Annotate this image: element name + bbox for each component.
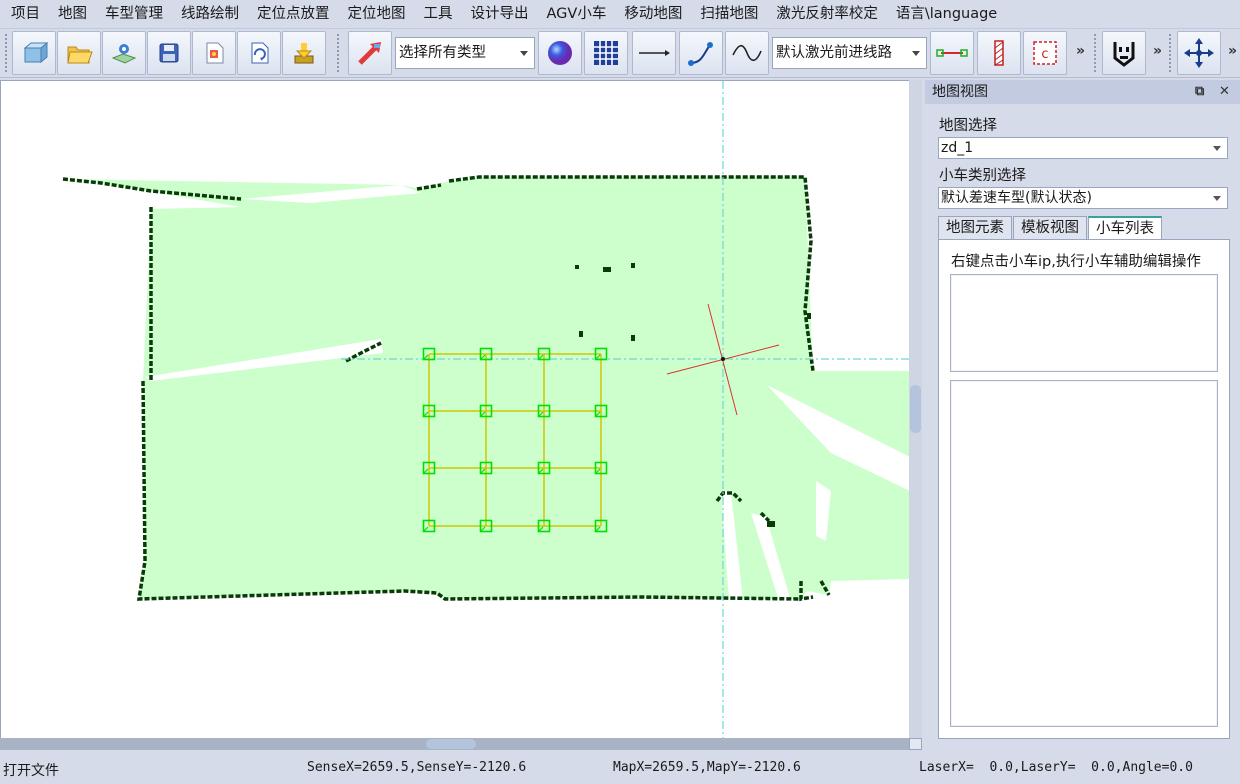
bezier-curve-icon [688, 42, 713, 66]
menu-laser-calibration[interactable]: 激光反射率校定 [767, 0, 887, 28]
vehicle-list-tab-body: 右键点击小车ip,执行小车辅助编辑操作 [938, 239, 1230, 739]
chevron-down-icon [1213, 196, 1221, 201]
robot-face-icon [1113, 42, 1135, 67]
vertical-scroll-thumb[interactable] [910, 385, 921, 433]
grid-icon [594, 41, 618, 65]
document-button[interactable] [192, 31, 236, 75]
map-coordinates: MapX=2659.5,MapY=-2120.6 [613, 760, 801, 775]
vehicle-ip-list[interactable] [950, 274, 1218, 372]
line-type-select[interactable]: 默认激光前进线路 [772, 37, 927, 69]
sense-coordinates: SenseX=2659.5,SenseY=-2120.6 [307, 760, 527, 775]
horizontal-scroll-thumb[interactable] [426, 739, 476, 749]
menu-move-map[interactable]: 移动地图 [615, 0, 691, 28]
vertical-scrollbar[interactable] [909, 80, 922, 738]
map-canvas[interactable] [0, 80, 922, 750]
laser-coordinates: LaserX= 0.0,LaserY= 0.0,Angle=0.0 [919, 760, 1193, 775]
status-message: 打开文件 [3, 763, 59, 779]
wall-button[interactable] [977, 31, 1021, 75]
status-bar: 打开文件 SenseX=2659.5,SenseY=-2120.6 MapX=2… [0, 752, 1240, 784]
line-type-value: 默认激光前进线路 [776, 45, 892, 61]
horizontal-scrollbar[interactable] [0, 738, 909, 750]
toolbar-grip[interactable] [4, 33, 8, 73]
menu-tools[interactable]: 工具 [415, 0, 462, 28]
menu-vehicle-model[interactable]: 车型管理 [96, 0, 172, 28]
sphere-button[interactable] [538, 31, 582, 75]
vehicle-type-label: 小车类别选择 [939, 168, 1026, 184]
select-pointer-button[interactable] [348, 31, 392, 75]
select-arrow-icon [358, 42, 381, 65]
wave-icon [732, 44, 762, 62]
map-view-panel: 地图视图 ⧉ ✕ 地图选择 zd_1 小车类别选择 默认差速车型(默认状态) 地… [925, 80, 1240, 750]
export-doc-icon [251, 42, 269, 64]
panel-tabs: 地图元素 模板视图 小车列表 [938, 216, 1163, 240]
curve-line-button[interactable] [679, 31, 723, 75]
panel-title-bar: 地图视图 ⧉ ✕ [925, 80, 1240, 104]
type-filter-select[interactable]: 选择所有类型 [395, 37, 535, 69]
panel-title: 地图视图 [932, 84, 988, 100]
region-c-icon: c [1033, 41, 1057, 65]
save-button[interactable] [147, 31, 191, 75]
close-icon[interactable]: ✕ [1219, 80, 1230, 104]
type-filter-value: 选择所有类型 [399, 45, 486, 61]
toolbar-grip[interactable] [1093, 33, 1097, 73]
download-button[interactable] [282, 31, 326, 75]
map-select[interactable]: zd_1 [938, 137, 1228, 159]
scroll-corner [909, 738, 922, 750]
straight-arrow-icon [639, 50, 670, 56]
toolbar-grip[interactable] [1168, 33, 1172, 73]
toolbar: 选择所有类型 默认激光前进线路 c » » » [0, 28, 1240, 78]
chevron-down-icon [520, 51, 528, 56]
export-document-button[interactable] [237, 31, 281, 75]
map-select-value: zd_1 [941, 140, 974, 156]
vehicle-detail-list[interactable] [950, 380, 1218, 727]
chevron-down-icon [912, 51, 920, 56]
tab-template-view[interactable]: 模板视图 [1013, 216, 1087, 240]
open-folder-button[interactable] [57, 31, 101, 75]
menu-design-export[interactable]: 设计导出 [462, 0, 538, 28]
restore-window-icon[interactable]: ⧉ [1195, 80, 1204, 104]
grid-button[interactable] [584, 31, 628, 75]
menu-locator-place[interactable]: 定位点放置 [248, 0, 339, 28]
menu-language[interactable]: 语言\language [887, 0, 1006, 28]
new-project-icon [23, 41, 49, 64]
menu-bar: 项目 地图 车型管理 线路绘制 定位点放置 定位地图 工具 设计导出 AGV小车… [0, 0, 1240, 28]
region-c-button[interactable]: c [1023, 31, 1067, 75]
move-arrows-icon [1184, 38, 1214, 68]
menu-project[interactable]: 项目 [2, 0, 49, 28]
connect-points-button[interactable] [930, 31, 974, 75]
segment-icon [936, 49, 968, 57]
pan-move-button[interactable] [1177, 31, 1221, 75]
svg-text:c: c [1041, 47, 1048, 62]
straight-line-button[interactable] [632, 31, 676, 75]
chevron-down-icon [1213, 146, 1221, 151]
tab-map-elements[interactable]: 地图元素 [938, 216, 1012, 240]
map-select-label: 地图选择 [939, 118, 997, 134]
tab-vehicle-list[interactable]: 小车列表 [1088, 216, 1162, 240]
document-icon [206, 42, 224, 64]
folder-open-icon [67, 46, 93, 64]
toolbar-overflow-chevron[interactable]: » [1153, 43, 1162, 59]
toolbar-overflow-chevron[interactable]: » [1076, 43, 1085, 59]
hatched-wall-icon [994, 40, 1004, 66]
toolbar-grip[interactable] [336, 33, 340, 73]
menu-agv[interactable]: AGV小车 [538, 0, 616, 28]
map-drawing[interactable] [1, 81, 910, 739]
menu-locate-map[interactable]: 定位地图 [339, 0, 415, 28]
vehicle-type-value: 默认差速车型(默认状态) [941, 190, 1092, 206]
sphere-icon [548, 41, 572, 65]
vehicle-list-hint: 右键点击小车ip,执行小车辅助编辑操作 [951, 254, 1201, 270]
map-pin-icon [111, 44, 137, 64]
vehicle-type-select[interactable]: 默认差速车型(默认状态) [938, 187, 1228, 209]
new-project-button[interactable] [12, 31, 56, 75]
robot-face-button[interactable] [1102, 31, 1146, 75]
menu-scan-map[interactable]: 扫描地图 [691, 0, 767, 28]
menu-route-draw[interactable]: 线路绘制 [172, 0, 248, 28]
download-icon [294, 43, 314, 64]
save-icon [159, 43, 179, 63]
map-location-button[interactable] [102, 31, 146, 75]
toolbar-overflow-chevron[interactable]: » [1228, 43, 1237, 59]
wave-line-button[interactable] [725, 31, 769, 75]
menu-map[interactable]: 地图 [49, 0, 96, 28]
